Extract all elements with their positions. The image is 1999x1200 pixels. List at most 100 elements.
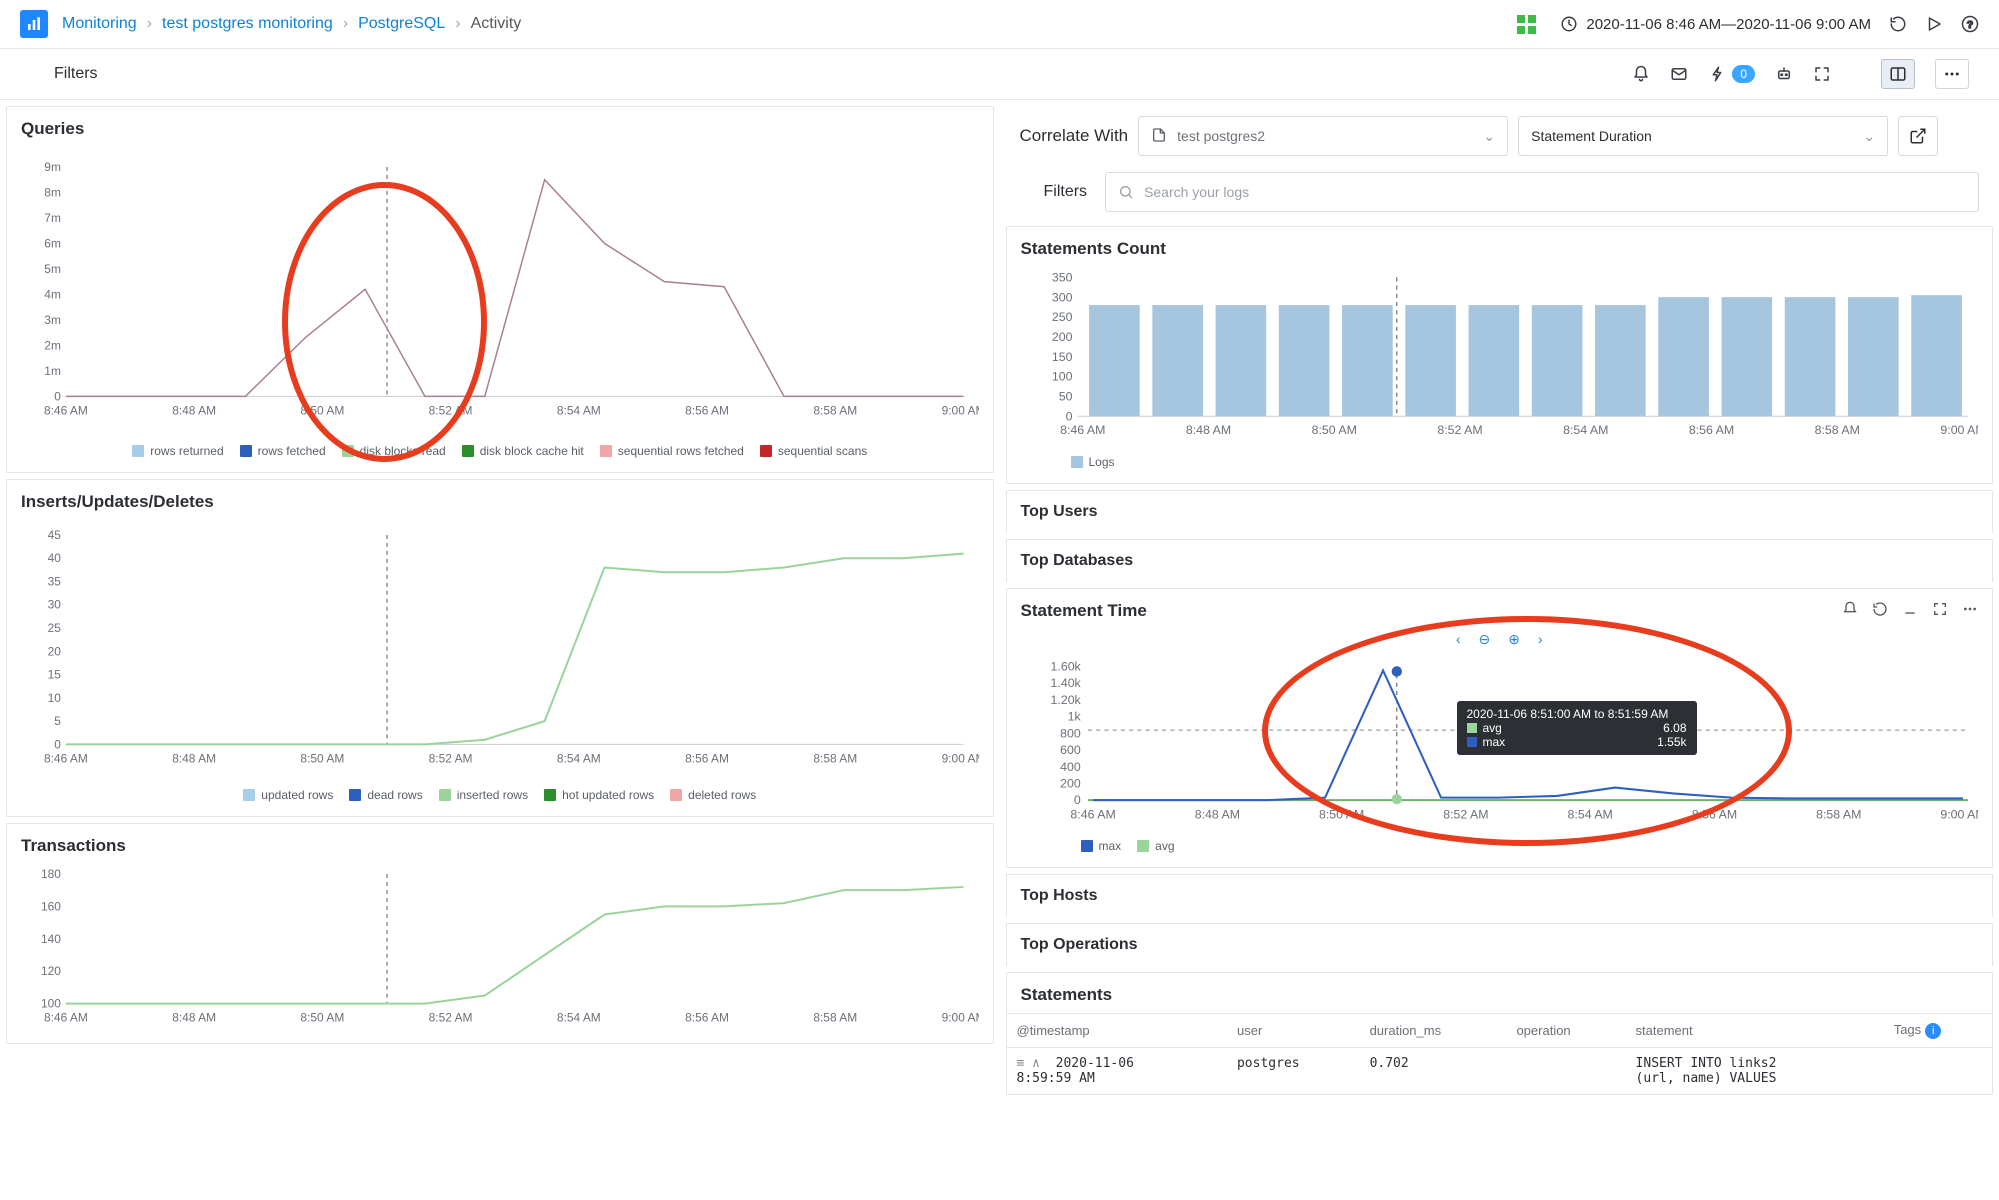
svg-text:250: 250 [1051,310,1072,324]
next-icon[interactable]: › [1538,631,1543,648]
svg-text:150: 150 [1051,350,1072,364]
svg-text:6m: 6m [44,236,61,250]
metric-select[interactable]: Statement Duration ⌄ [1518,116,1888,156]
minimize-icon[interactable] [1902,601,1918,617]
chevron-right-icon: › [343,15,348,33]
breadcrumb-postgresql[interactable]: PostgreSQL [358,15,445,33]
table-row[interactable]: ≡ ∧ 2020-11-06 8:59:59 AMpostgres0.702IN… [1007,1048,1993,1095]
fullscreen-icon[interactable] [1813,65,1831,83]
svg-text:8:50 AM: 8:50 AM [1311,423,1356,437]
top-hosts-section[interactable]: Top Hosts [1006,874,1994,917]
right-pane: Correlate With test postgres2 ⌄ Statemen… [1000,100,1999,1101]
chart-tooltip: 2020-11-06 8:51:00 AM to 8:51:59 AM avg6… [1457,701,1697,755]
svg-text:4m: 4m [44,287,61,301]
svg-text:8:46 AM: 8:46 AM [44,752,88,766]
svg-text:1.20k: 1.20k [1050,693,1081,707]
svg-text:8:56 AM: 8:56 AM [685,403,729,417]
statements-table: @timestampuserduration_msoperationstatem… [1007,1013,1993,1094]
time-range-picker[interactable]: 2020-11-06 8:46 AM—2020-11-06 9:00 AM [1560,15,1871,33]
svg-text:8:48 AM: 8:48 AM [1185,423,1230,437]
anomaly-count: 0 [1732,65,1755,83]
statements-title: Statements [1007,973,1993,1013]
iud-panel: Inserts/Updates/Deletes 0510152025303540… [6,479,994,816]
svg-text:8:46 AM: 8:46 AM [1060,423,1105,437]
main-split: Queries 01m2m3m4m5m6m7m8m9m 8:46 AM8:48 … [0,100,1999,1101]
breadcrumb-dashboard[interactable]: test postgres monitoring [162,15,333,33]
queries-panel: Queries 01m2m3m4m5m6m7m8m9m 8:46 AM8:48 … [6,106,994,473]
correlate-label: Correlate With [1020,126,1129,146]
refresh-icon[interactable] [1872,601,1888,617]
svg-text:8m: 8m [44,185,61,199]
toolbar-row: Filters 0 [0,49,1999,100]
svg-text:35: 35 [48,575,62,589]
header-tools: 2020-11-06 8:46 AM—2020-11-06 9:00 AM ? [1517,15,1979,34]
svg-text:8:48 AM: 8:48 AM [172,403,216,417]
zoom-in-icon[interactable]: ⊕ [1508,631,1520,648]
svg-text:8:56 AM: 8:56 AM [1691,808,1736,822]
anomaly-icon [1708,65,1726,83]
bell-icon[interactable] [1632,65,1650,83]
clock-icon [1560,15,1578,33]
prev-icon[interactable]: ‹ [1456,631,1461,648]
svg-text:8:56 AM: 8:56 AM [1688,423,1733,437]
toolbar-icons: 0 [1632,59,1969,89]
statements-count-chart[interactable]: 050100150200250300350 8:46 AM8:48 AM8:50… [1007,267,1993,483]
open-external-button[interactable] [1898,116,1938,156]
mail-icon[interactable] [1670,65,1688,83]
robot-icon[interactable] [1775,65,1793,83]
help-icon[interactable]: ? [1961,15,1979,33]
svg-text:100: 100 [41,996,61,1010]
top-operations-section[interactable]: Top Operations [1006,923,1994,966]
svg-text:9:00 AM: 9:00 AM [942,1010,979,1024]
queries-chart[interactable]: 01m2m3m4m5m6m7m8m9m 8:46 AM8:48 AM8:50 A… [7,147,993,472]
tooltip-header: 2020-11-06 8:51:00 AM to 8:51:59 AM [1467,707,1687,721]
svg-text:9:00 AM: 9:00 AM [942,403,979,417]
statement-time-legend: maxavg [1021,831,1979,857]
split-view-button[interactable] [1881,59,1915,89]
chevron-down-icon: ⌄ [1863,128,1875,145]
svg-text:9:00 AM: 9:00 AM [1940,423,1978,437]
statement-time-chart[interactable]: 02004006008001k1.20k1.40k1.60k 8:46 AM8:… [1007,656,1993,867]
breadcrumb-monitoring[interactable]: Monitoring [62,15,137,33]
top-users-section[interactable]: Top Users [1006,490,1994,533]
zoom-out-icon[interactable]: ⊖ [1479,631,1491,648]
panel-tools [1842,601,1978,617]
anomaly-badge[interactable]: 0 [1708,65,1755,83]
right-filters-button[interactable]: Filters [1020,183,1088,202]
more-icon[interactable] [1962,601,1978,617]
svg-text:50: 50 [1058,390,1072,404]
transactions-chart[interactable]: 100120140160180 8:46 AM8:48 AM8:50 AM8:5… [7,864,993,1044]
expand-icon[interactable] [1932,601,1948,617]
svg-text:1.60k: 1.60k [1050,660,1081,674]
svg-text:800: 800 [1060,727,1081,741]
svg-text:40: 40 [48,551,62,565]
svg-text:8:48 AM: 8:48 AM [172,1010,216,1024]
svg-text:7m: 7m [44,211,61,225]
svg-text:45: 45 [48,528,62,542]
filters-button[interactable]: Filters [30,65,98,84]
svg-text:8:52 AM: 8:52 AM [1443,808,1488,822]
search-icon [1118,184,1134,200]
svg-text:8:52 AM: 8:52 AM [429,1010,473,1024]
svg-text:10: 10 [48,691,62,705]
refresh-icon[interactable] [1889,15,1907,33]
file-select[interactable]: test postgres2 ⌄ [1138,116,1508,156]
search-input[interactable]: Search your logs [1105,172,1979,212]
svg-text:9:00 AM: 9:00 AM [1940,808,1978,822]
svg-text:8:58 AM: 8:58 AM [813,752,857,766]
iud-chart[interactable]: 051015202530354045 8:46 AM8:48 AM8:50 AM… [7,520,993,815]
svg-text:140: 140 [41,931,61,945]
svg-text:3m: 3m [44,313,61,327]
bell-icon[interactable] [1842,601,1858,617]
more-menu-button[interactable] [1935,59,1969,89]
svg-text:600: 600 [1060,743,1081,757]
svg-text:8:46 AM: 8:46 AM [1070,808,1115,822]
app-logo[interactable] [20,10,48,38]
play-icon[interactable] [1925,15,1943,33]
top-databases-section[interactable]: Top Databases [1006,539,1994,582]
filters-label: Filters [54,65,98,83]
svg-text:8:54 AM: 8:54 AM [1567,808,1612,822]
svg-text:1k: 1k [1067,710,1081,724]
apps-grid-icon[interactable] [1517,15,1536,34]
chevron-down-icon: ⌄ [1483,128,1495,145]
